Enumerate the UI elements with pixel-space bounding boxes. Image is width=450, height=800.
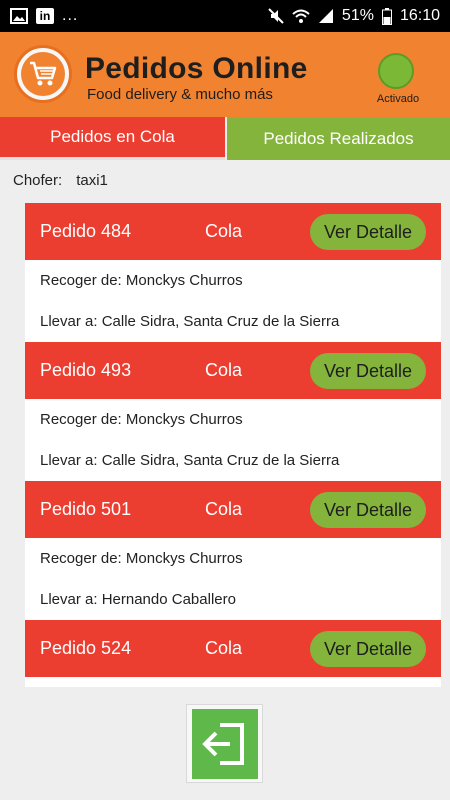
more-notifications: ... <box>62 7 79 24</box>
cart-icon <box>30 61 57 86</box>
driver-value: taxi1 <box>76 172 108 189</box>
driver-info: Chofer: taxi1 <box>13 172 108 189</box>
order-header: Pedido 524 Cola Ver Detalle <box>25 620 441 677</box>
status-indicator[interactable] <box>378 53 414 89</box>
view-detail-button[interactable]: Ver Detalle <box>310 353 426 389</box>
order-body: Recoger de: Monckys Churros Llevar a: Ca… <box>25 260 441 342</box>
order-header: Pedido 501 Cola Ver Detalle <box>25 481 441 538</box>
order-pickup: Recoger de: Monckys Churros <box>40 550 243 567</box>
app-logo <box>14 45 72 103</box>
wifi-icon <box>292 8 310 24</box>
app-title: Pedidos Online <box>85 52 308 85</box>
view-detail-button[interactable]: Ver Detalle <box>310 492 426 528</box>
order-card: Pedido 493 Cola Ver Detalle Recoger de: … <box>25 342 441 481</box>
order-destination: Llevar a: Hernando Caballero <box>40 591 236 608</box>
logout-icon <box>201 722 244 765</box>
driver-label: Chofer: <box>13 172 63 189</box>
order-status: Cola <box>205 221 243 241</box>
order-card: Pedido 501 Cola Ver Detalle Recoger de: … <box>25 481 441 620</box>
order-body: Recoger de: Monckys Churros Llevar a: He… <box>25 538 441 620</box>
order-card: Pedido 484 Cola Ver Detalle Recoger de: … <box>25 203 441 342</box>
order-status: Cola <box>205 360 243 380</box>
orders-list[interactable]: Pedido 484 Cola Ver Detalle Recoger de: … <box>25 203 441 687</box>
app-header: Pedidos Online Food delivery & mucho más… <box>0 32 450 117</box>
view-detail-button[interactable]: Ver Detalle <box>310 214 426 250</box>
linkedin-icon: in <box>36 8 54 24</box>
mute-icon <box>268 8 284 24</box>
order-id: Pedido 484 <box>40 221 132 241</box>
status-label: Activado <box>376 93 420 105</box>
battery-icon <box>381 7 392 25</box>
order-pickup: Recoger de: Monckys Churros <box>40 272 243 289</box>
order-id: Pedido 501 <box>40 499 132 519</box>
order-header: Pedido 493 Cola Ver Detalle <box>25 342 441 399</box>
status-bar: in ... 51% 16:10 <box>0 0 450 32</box>
order-body <box>25 677 441 687</box>
tab-pedidos-en-cola[interactable]: Pedidos en Cola <box>0 117 225 160</box>
order-status: Cola <box>205 638 243 658</box>
logout-button[interactable] <box>186 704 263 783</box>
order-status: Cola <box>205 499 243 519</box>
signal-icon <box>318 8 334 24</box>
order-destination: Llevar a: Calle Sidra, Santa Cruz de la … <box>40 452 340 469</box>
order-header: Pedido 484 Cola Ver Detalle <box>25 203 441 260</box>
battery-percent: 51% <box>341 7 374 24</box>
order-id: Pedido 493 <box>40 360 132 380</box>
view-detail-button[interactable]: Ver Detalle <box>310 631 426 667</box>
image-icon <box>10 8 28 24</box>
tab-pedidos-realizados[interactable]: Pedidos Realizados <box>227 117 450 160</box>
order-id: Pedido 524 <box>40 638 132 658</box>
order-destination: Llevar a: Calle Sidra, Santa Cruz de la … <box>40 313 340 330</box>
order-card: Pedido 524 Cola Ver Detalle <box>25 620 441 687</box>
order-body: Recoger de: Monckys Churros Llevar a: Ca… <box>25 399 441 481</box>
order-pickup: Recoger de: Monckys Churros <box>40 411 243 428</box>
app-subtitle: Food delivery & mucho más <box>87 86 273 103</box>
clock: 16:10 <box>399 7 440 24</box>
